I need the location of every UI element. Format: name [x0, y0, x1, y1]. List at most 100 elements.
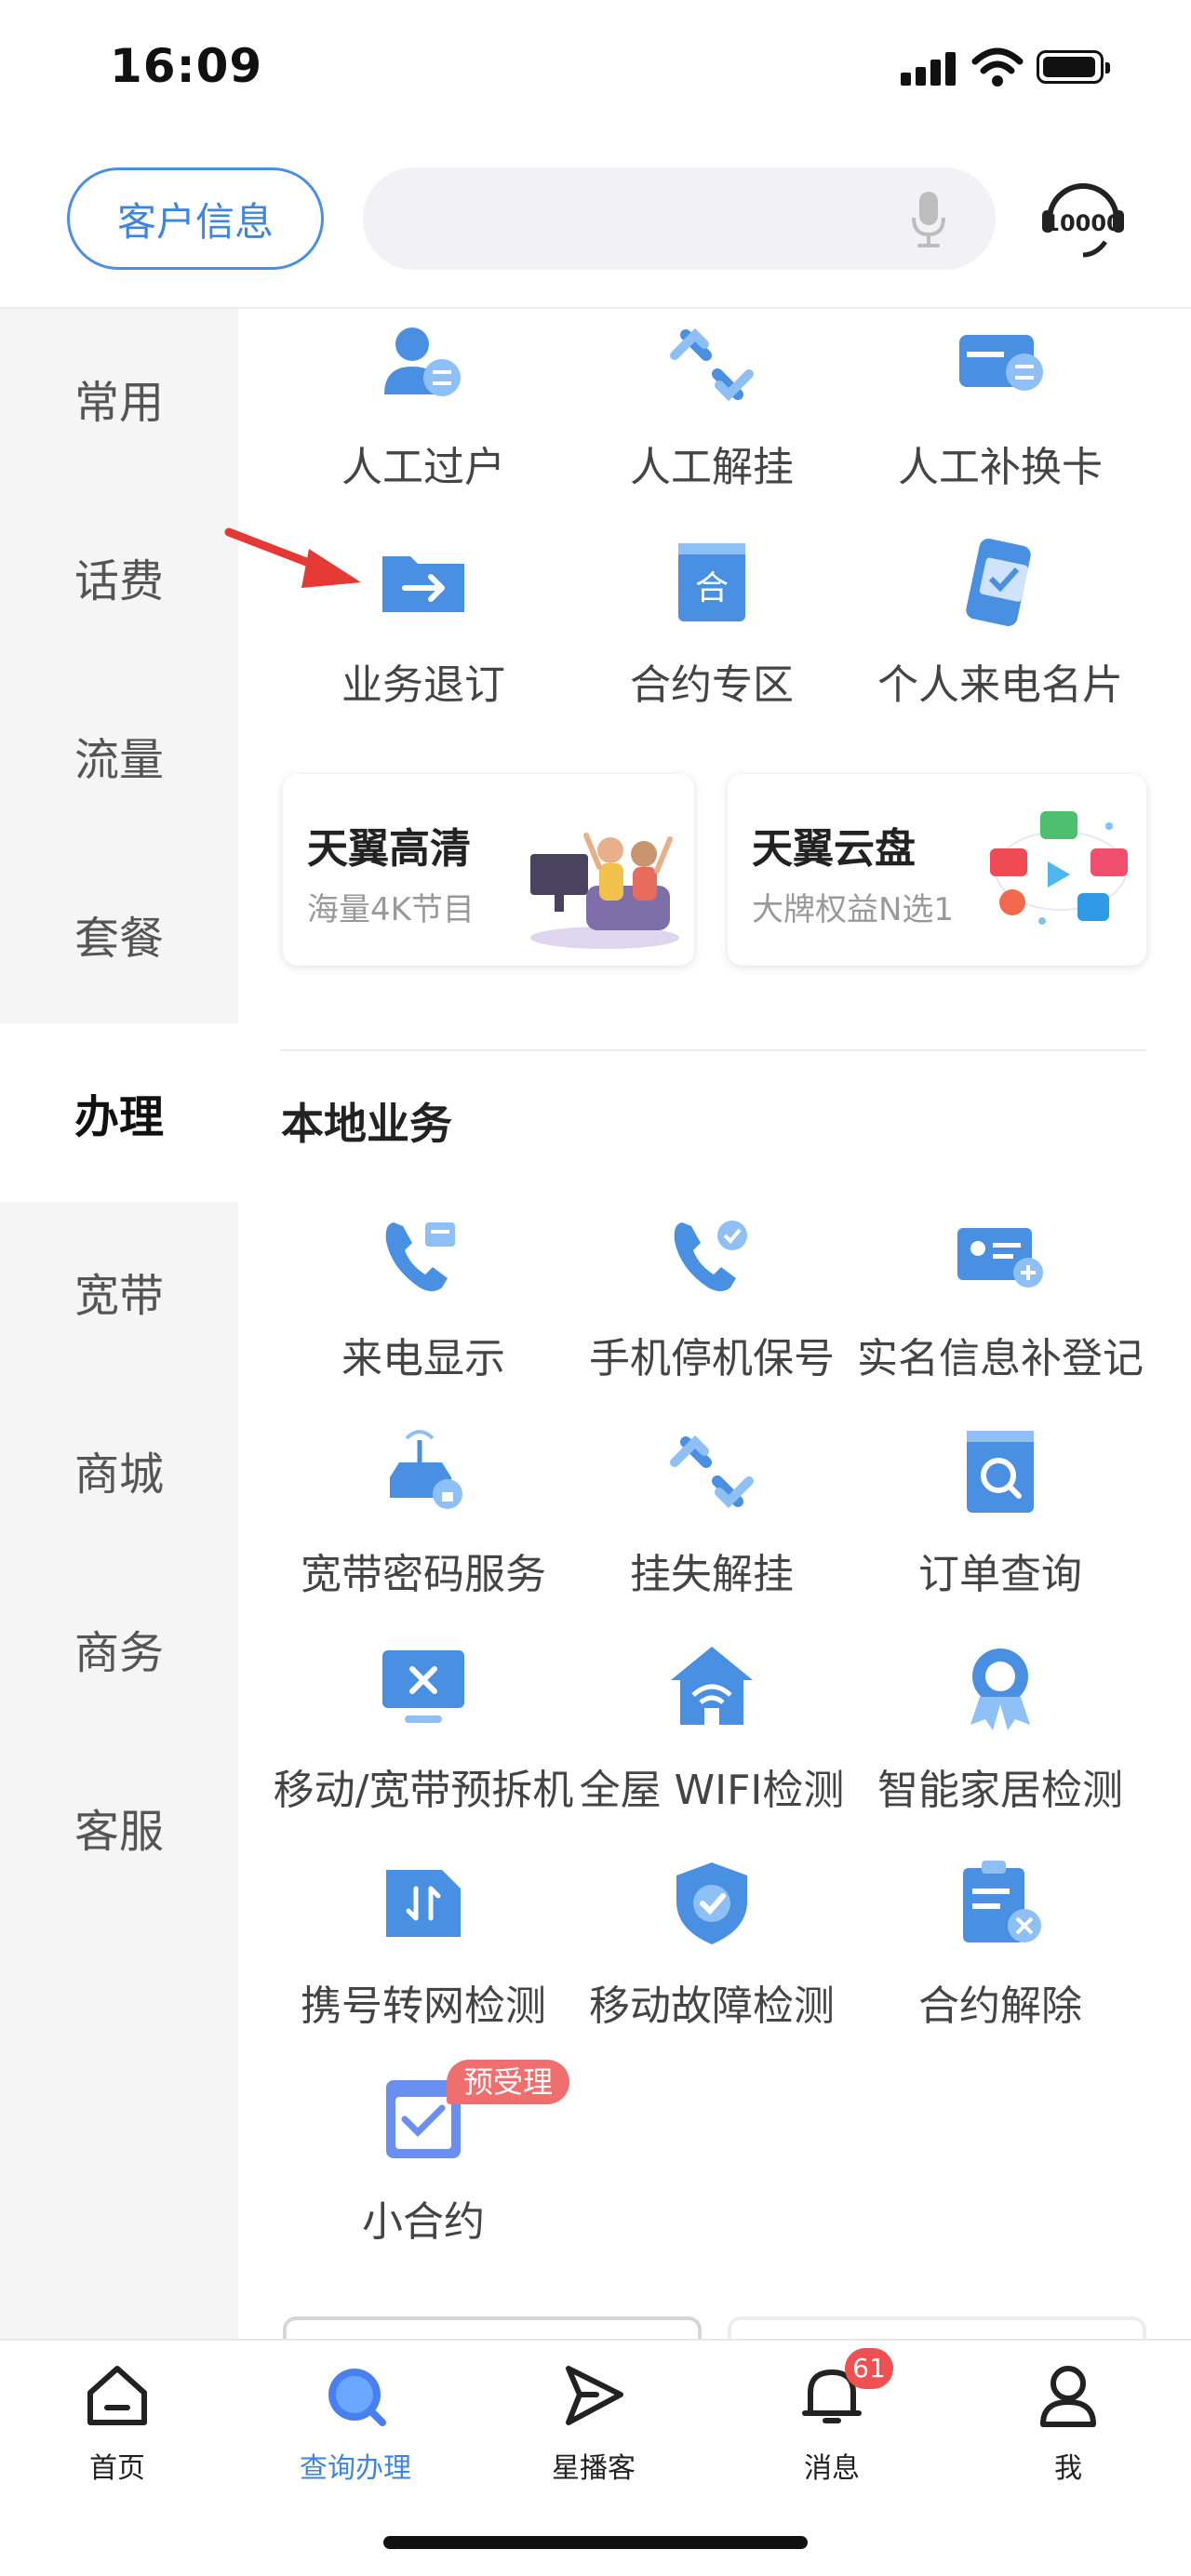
grid-item-label: 小合约 — [362, 2198, 485, 2246]
grid-item-label: 人工解挂 — [630, 444, 794, 491]
grid-item-award[interactable]: 智能家居检测 — [856, 1641, 1144, 1855]
promo-card-title: 天翼云盘 — [752, 825, 916, 873]
unlink-icon — [670, 327, 754, 402]
grid-item-unlink[interactable]: 挂失解挂 — [568, 1425, 856, 1639]
tab-label: 首页 — [89, 2452, 145, 2485]
sidebar-item-plans[interactable]: 套餐 — [0, 845, 238, 1023]
tab-label: 我 — [1054, 2452, 1082, 2485]
grid-item-label: 全屋 WIFI检测 — [579, 1767, 845, 1814]
unlink-icon — [670, 1435, 754, 1509]
home-icon — [87, 2366, 147, 2425]
home-wifi-icon — [671, 1647, 753, 1725]
grid-item-sim-switch[interactable]: 携号转网检测 — [279, 1857, 568, 2071]
grid-item-contract-book[interactable]: 合合约专区 — [568, 536, 856, 750]
search-input[interactable] — [363, 167, 996, 270]
phone-card-icon — [966, 539, 1031, 626]
phone-hold-icon — [674, 1221, 747, 1291]
svg-text:合: 合 — [695, 569, 729, 607]
microphone-icon[interactable] — [910, 190, 947, 249]
caller-id-icon — [385, 1222, 455, 1291]
grid-item-phone-hold[interactable]: 手机停机保号 — [568, 1209, 856, 1423]
customer-info-button[interactable]: 客户信息 — [67, 167, 324, 270]
promo-card-tv[interactable]: 天翼高清 海量4K节目 — [283, 774, 694, 966]
grid-item-card-swap[interactable]: 人工补换卡 — [856, 318, 1144, 532]
tab-label: 消息 — [804, 2452, 860, 2485]
grid-item-order-search[interactable]: 订单查询 — [856, 1425, 1144, 1639]
hotline-10000-icon[interactable]: 10000 — [1040, 177, 1126, 262]
grid-item-label: 宽带密码服务 — [301, 1551, 546, 1598]
grid-item-unlink[interactable]: 人工解挂 — [568, 318, 856, 532]
signal-icon — [901, 52, 958, 86]
shield-check-icon — [676, 1862, 747, 1944]
grid-item-label: 携号转网检测 — [301, 1982, 546, 2030]
tab-home[interactable]: 首页 — [33, 2361, 201, 2501]
monitor-x-icon — [382, 1650, 464, 1723]
tab-star-podcast[interactable]: 星播客 — [510, 2361, 677, 2501]
grid-item-label: 手机停机保号 — [589, 1335, 835, 1382]
status-bar: 16:09 — [0, 0, 1191, 140]
grid-item-label: 实名信息补登记 — [857, 1335, 1144, 1382]
grid-item-label: 订单查询 — [918, 1551, 1082, 1598]
promo-card-subtitle: 大牌权益N选1 — [752, 891, 955, 928]
card-swap-icon — [959, 335, 1043, 391]
play-arrow-icon — [566, 2366, 623, 2425]
award-icon — [970, 1648, 1030, 1730]
home-indicator — [383, 2536, 808, 2549]
tab-messages[interactable]: 61 消息 — [748, 2348, 916, 2501]
grid-item-home-wifi[interactable]: 全屋 WIFI检测 — [568, 1641, 856, 1855]
grid-item-label: 业务退订 — [341, 661, 505, 709]
grid-item-shield-check[interactable]: 移动故障检测 — [568, 1857, 856, 2071]
grid-item-phone-card[interactable]: 个人来电名片 — [856, 536, 1144, 750]
contract-book-icon: 合 — [678, 543, 745, 621]
grid-item-label: 人工过户 — [341, 444, 505, 491]
grid-item-router-lock[interactable]: 宽带密码服务 — [279, 1425, 568, 1639]
grid-item-label: 合约专区 — [630, 661, 794, 709]
promo-card-title: 天翼高清 — [307, 825, 471, 873]
folder-exit-icon — [382, 556, 464, 612]
message-count-badge: 61 — [845, 2348, 893, 2389]
tab-me[interactable]: 我 — [984, 2361, 1152, 2501]
grid-item-label: 个人来电名片 — [877, 661, 1123, 709]
search-icon — [328, 2369, 386, 2426]
grid-item-label: 移动故障检测 — [589, 1982, 835, 2030]
app-icons-cluster-illustration — [990, 811, 1128, 925]
promo-card-cloud[interactable]: 天翼云盘 大牌权益N选1 — [728, 774, 1146, 966]
sidebar-item-handle[interactable]: 办理 — [0, 1023, 238, 1202]
tab-label: 星播客 — [552, 2452, 636, 2485]
grid-item-label: 移动/宽带预拆机 — [273, 1767, 574, 1814]
grid-item-label: 挂失解挂 — [630, 1551, 794, 1598]
sidebar-item-common[interactable]: 常用 — [0, 309, 238, 487]
grid-item-person-transfer[interactable]: 人工过户 — [279, 318, 568, 532]
clipboard-x-icon — [963, 1861, 1041, 1942]
grid-item-mini-contract[interactable]: 小合约 — [279, 2073, 568, 2287]
grid-item-monitor-x[interactable]: 移动/宽带预拆机 — [274, 1641, 573, 1855]
wifi-icon — [971, 47, 1024, 87]
battery-icon — [1037, 50, 1110, 84]
category-sidebar: 常用 话费 流量 套餐 办理 宽带 商城 商务 客服 — [0, 309, 238, 2339]
router-lock-icon — [390, 1430, 462, 1509]
promo-card-subtitle: 海量4K节目 — [307, 891, 475, 928]
family-tv-illustration — [530, 833, 679, 949]
grid-item-clipboard-x[interactable]: 合约解除 — [856, 1857, 1144, 2071]
section-divider — [281, 1049, 1146, 1051]
person-transfer-icon — [384, 327, 461, 396]
order-search-icon — [967, 1431, 1034, 1513]
sidebar-item-broadband[interactable]: 宽带 — [0, 1202, 238, 1381]
local-business-title: 本地业务 — [281, 1099, 452, 1149]
grid-item-label: 合约解除 — [918, 1982, 1082, 2030]
grid-item-label: 智能家居检测 — [877, 1767, 1123, 1814]
sidebar-item-fees[interactable]: 话费 — [0, 487, 238, 666]
id-card-add-icon — [957, 1228, 1043, 1288]
status-time: 16:09 — [110, 39, 263, 93]
sidebar-item-mall[interactable]: 商城 — [0, 1381, 238, 1559]
tab-query[interactable]: 查询办理 — [272, 2361, 439, 2501]
sidebar-item-business[interactable]: 商务 — [0, 1559, 238, 1738]
grid-item-label: 来电显示 — [341, 1335, 505, 1382]
tab-label: 查询办理 — [300, 2452, 411, 2485]
sidebar-item-service[interactable]: 客服 — [0, 1738, 238, 1916]
grid-item-caller-id[interactable]: 来电显示 — [279, 1209, 568, 1423]
sidebar-item-data[interactable]: 流量 — [0, 666, 238, 845]
pre-accept-badge: 预受理 — [447, 2060, 570, 2104]
grid-item-folder-exit[interactable]: 业务退订 — [279, 536, 568, 750]
grid-item-id-card-add[interactable]: 实名信息补登记 — [856, 1209, 1144, 1423]
